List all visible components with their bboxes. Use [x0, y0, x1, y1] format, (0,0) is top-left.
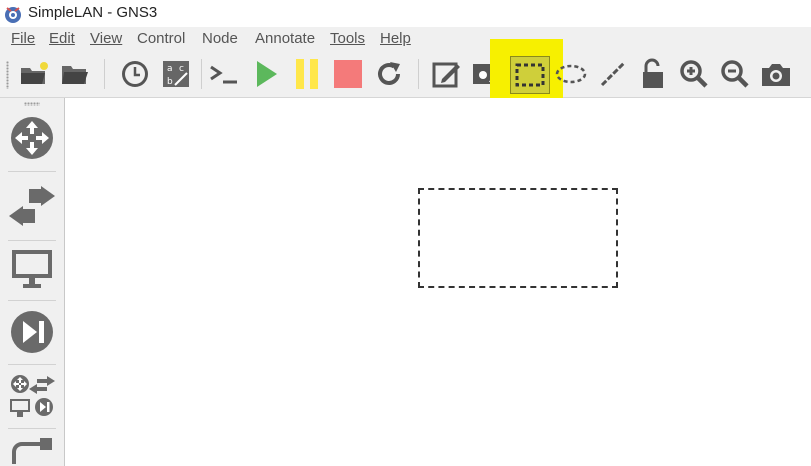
- menu-annotate[interactable]: Annotate: [255, 30, 315, 47]
- unlock-icon: [643, 58, 663, 88]
- dashed-ellipse-icon: [555, 64, 587, 84]
- new-project-button[interactable]: [17, 57, 51, 91]
- reload-all-button[interactable]: [372, 57, 406, 91]
- lock-items-button[interactable]: [636, 57, 670, 91]
- toolbar-separator: [104, 59, 105, 89]
- camera-icon: [762, 64, 790, 86]
- abc-labels-icon: a c b: [163, 61, 189, 87]
- firewall-play-icon: [11, 311, 53, 353]
- sidebar-routers-button[interactable]: [6, 110, 58, 166]
- open-folder-icon: [62, 66, 88, 84]
- open-project-button[interactable]: [58, 57, 92, 91]
- draw-line-button[interactable]: [596, 57, 630, 91]
- menu-bar: File Edit View Control Node Annotate Too…: [0, 27, 811, 51]
- sidebar-separator: [8, 171, 56, 172]
- menu-edit-label: Edit: [49, 30, 75, 47]
- menu-help-label: Help: [380, 30, 411, 47]
- edit-note-icon: [432, 62, 460, 88]
- stop-icon: [334, 60, 362, 88]
- sidebar-grip[interactable]: [24, 102, 40, 106]
- toolbar-grip[interactable]: [6, 61, 9, 89]
- menu-view-label: View: [90, 30, 123, 47]
- console-all-button[interactable]: [207, 57, 241, 91]
- stop-all-button[interactable]: [331, 57, 365, 91]
- rectangle-annotation[interactable]: [418, 188, 618, 288]
- menu-tools[interactable]: Tools: [330, 30, 365, 47]
- topology-canvas[interactable]: [65, 98, 811, 466]
- line-icon: [600, 61, 626, 87]
- router-icon: [11, 117, 53, 159]
- cable-link-icon: [12, 438, 52, 464]
- all-devices-icon: [10, 375, 55, 417]
- clock-icon: [122, 61, 148, 87]
- dashed-rectangle-icon: [515, 63, 545, 87]
- device-sidebar: [0, 98, 65, 466]
- toolbar-separator: [201, 59, 202, 89]
- interface-labels-button[interactable]: a c b: [159, 57, 193, 91]
- reload-icon: [378, 62, 400, 85]
- draw-ellipse-button[interactable]: [554, 57, 588, 91]
- play-icon: [257, 61, 277, 87]
- sidebar-separator: [8, 364, 56, 365]
- sidebar-end-devices-button[interactable]: [6, 240, 58, 296]
- screenshot-button[interactable]: [759, 57, 793, 91]
- sidebar-all-devices-button[interactable]: [6, 368, 58, 424]
- sidebar-switches-button[interactable]: [6, 178, 58, 234]
- sidebar-separator: [8, 428, 56, 429]
- draw-rectangle-button[interactable]: [510, 56, 550, 94]
- switch-arrows-icon: [9, 186, 55, 226]
- menu-help[interactable]: Help: [380, 30, 411, 47]
- svg-text:a: a: [167, 64, 173, 74]
- svg-text:c: c: [179, 64, 184, 74]
- monitor-icon: [12, 250, 52, 288]
- svg-text:b: b: [167, 77, 173, 87]
- zoom-in-button[interactable]: [677, 57, 711, 91]
- sidebar-separator: [8, 300, 56, 301]
- menu-file[interactable]: File: [11, 30, 35, 47]
- menu-edit[interactable]: Edit: [49, 30, 75, 47]
- menu-control[interactable]: Control: [137, 30, 185, 47]
- toolbar-separator: [418, 59, 419, 89]
- snapshot-history-button[interactable]: [118, 57, 152, 91]
- gns3-app-icon: [3, 4, 23, 29]
- start-all-button[interactable]: [249, 57, 283, 91]
- menu-view[interactable]: View: [90, 30, 122, 47]
- window-title: SimpleLAN - GNS3: [28, 4, 158, 21]
- title-bar: SimpleLAN - GNS3: [0, 0, 811, 27]
- zoom-out-icon: [721, 60, 749, 88]
- sidebar-security-devices-button[interactable]: [6, 304, 58, 360]
- terminal-icon: [210, 65, 237, 84]
- new-folder-icon: [21, 62, 48, 84]
- suspend-all-button[interactable]: [290, 57, 324, 91]
- pause-icon: [296, 59, 318, 89]
- menu-file-label: File: [11, 30, 36, 47]
- menu-tools-label: Tools: [330, 30, 366, 47]
- menu-node[interactable]: Node: [202, 30, 238, 47]
- zoom-in-icon: [680, 60, 708, 88]
- add-note-button[interactable]: [430, 57, 464, 91]
- zoom-out-button[interactable]: [718, 57, 752, 91]
- sidebar-add-link-button[interactable]: [6, 432, 58, 466]
